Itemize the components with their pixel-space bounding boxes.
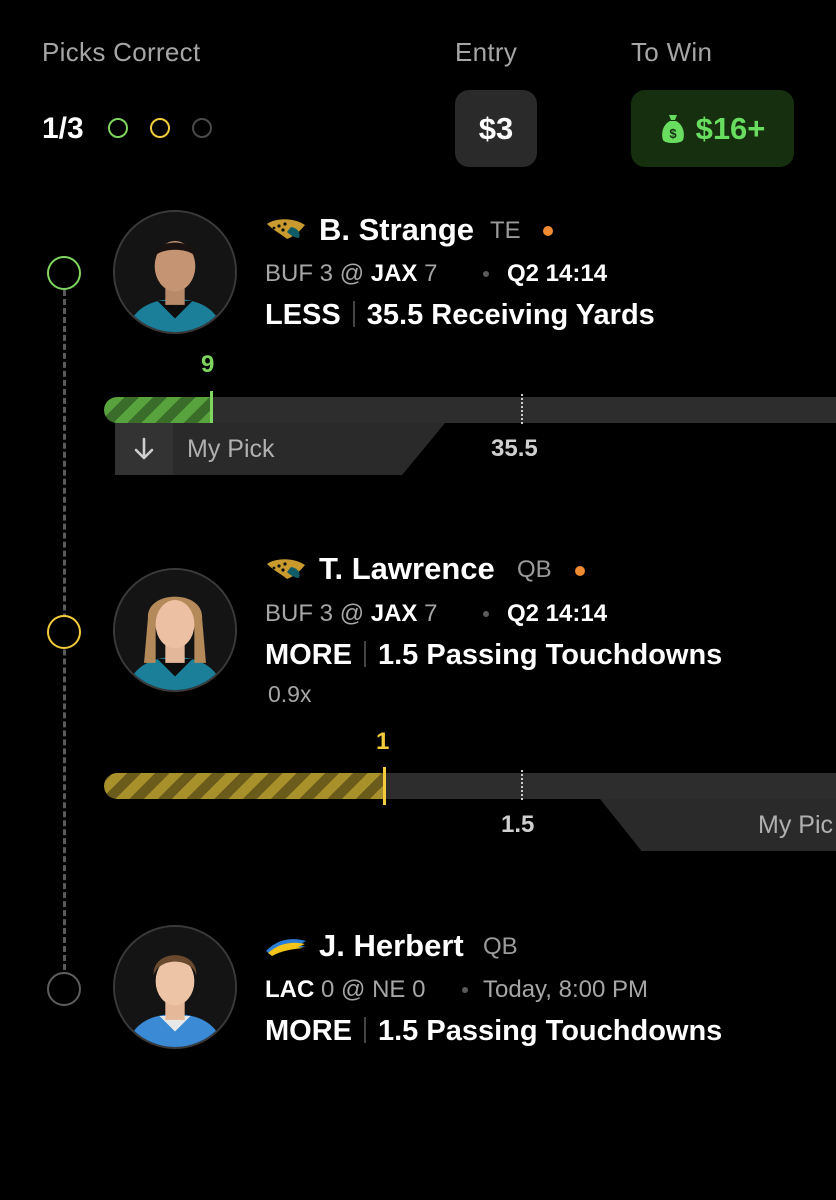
to-win-label: To Win	[631, 37, 713, 67]
home-score: 0	[412, 976, 426, 1003]
away-score: 3	[319, 260, 334, 287]
pick-direction: MORE	[265, 639, 352, 671]
progress-fill	[104, 773, 384, 799]
away-score: 0	[321, 976, 335, 1003]
current-stat-value: 9	[201, 351, 215, 378]
home-score: 7	[424, 600, 438, 627]
my-pick-tag: My Pic	[600, 799, 836, 851]
away-score: 3	[319, 600, 334, 627]
entry-amount-chip: $3	[455, 90, 537, 167]
money-bag-icon: $	[661, 114, 684, 143]
player-avatar-lawrence[interactable]	[113, 568, 237, 692]
timeline-node-pending	[47, 615, 81, 649]
payout-multiplier: 0.9x	[268, 681, 312, 707]
current-stat-value: 1	[376, 728, 390, 755]
current-marker	[383, 767, 386, 805]
divider	[364, 1017, 366, 1043]
progress-track	[104, 773, 836, 799]
timeline-node-correct	[47, 256, 81, 290]
pick-direction: LESS	[265, 299, 341, 331]
divider	[364, 641, 366, 667]
progress-fill	[104, 397, 212, 423]
game-clock: Q2 14:14	[507, 260, 608, 287]
timeline-node-upcoming	[47, 972, 81, 1006]
game-time: Today, 8:00 PM	[483, 976, 648, 1003]
at-sign: @	[339, 600, 365, 627]
jaguar-icon	[267, 559, 305, 579]
home-team: JAX	[370, 260, 418, 287]
my-pick-label: My Pick	[187, 434, 275, 463]
pick-status-dot-pending	[150, 118, 170, 138]
home-team: JAX	[370, 600, 418, 627]
pick-status-dot-upcoming	[192, 118, 212, 138]
picks-correct-count: 1/3	[42, 112, 84, 145]
player-avatar-herbert[interactable]	[113, 925, 237, 1049]
line-value: 1.5	[501, 811, 535, 838]
separator-dot	[462, 987, 468, 993]
prop-line: LESS 35.5 Receiving Yards	[265, 299, 655, 332]
player-avatar-strange[interactable]	[113, 210, 237, 334]
home-team: NE	[372, 976, 406, 1003]
player-name-lawrence[interactable]: T. Lawrence	[319, 551, 495, 587]
jaguar-icon	[267, 219, 305, 239]
line-value: 35.5	[491, 435, 538, 462]
lightning-bolt-icon	[266, 939, 306, 956]
away-team: LAC	[265, 976, 315, 1003]
to-win-amount: $16+	[695, 110, 766, 146]
line-marker	[521, 770, 523, 800]
player-headshot	[115, 927, 235, 1047]
player-name-strange[interactable]: B. Strange	[319, 212, 474, 248]
entry-amount: $3	[478, 110, 514, 146]
away-team: BUF	[265, 600, 313, 627]
live-indicator	[543, 226, 553, 236]
arrow-down-icon	[115, 423, 173, 475]
pick-status-dot-correct	[108, 118, 128, 138]
separator-dot	[483, 611, 489, 617]
player-headshot	[115, 570, 235, 690]
divider	[352, 301, 355, 327]
line-marker	[521, 394, 523, 424]
home-score: 7	[424, 260, 438, 287]
live-indicator	[575, 566, 585, 576]
game-score-line: LAC 0 @ NE 0	[265, 976, 425, 1004]
player-headshot	[115, 212, 235, 332]
player-name-herbert[interactable]: J. Herbert	[319, 928, 464, 964]
picks-correct-label: Picks Correct	[42, 37, 201, 67]
entry-detail-screen: Picks Correct Entry To Win 1/3 $3 $ $16+	[0, 0, 836, 1200]
my-pick-tag: My Pick	[115, 423, 445, 475]
prop-line: MORE 1.5 Passing Touchdowns	[265, 1015, 722, 1048]
at-sign: @	[341, 976, 366, 1003]
prop-description: 1.5 Passing Touchdowns	[378, 1015, 723, 1047]
away-team: BUF	[265, 260, 313, 287]
at-sign: @	[339, 260, 365, 287]
separator-dot	[483, 271, 489, 277]
progress-track	[104, 397, 836, 423]
player-position: QB	[483, 933, 518, 960]
player-position: QB	[517, 556, 552, 583]
game-clock: Q2 14:14	[507, 600, 608, 627]
game-score-line: BUF 3 @ JAX 7	[265, 600, 437, 628]
my-pick-label: My Pic	[758, 810, 833, 839]
player-position: TE	[490, 217, 521, 244]
prop-description: 1.5 Passing Touchdowns	[378, 639, 723, 671]
to-win-chip: $ $16+	[631, 90, 794, 167]
pick-direction: MORE	[265, 1015, 352, 1047]
game-score-line: BUF 3 @ JAX 7	[265, 260, 437, 288]
entry-label: Entry	[455, 37, 518, 67]
prop-description: 35.5 Receiving Yards	[366, 299, 655, 331]
prop-line: MORE 1.5 Passing Touchdowns	[265, 639, 722, 672]
svg-text:$: $	[669, 126, 677, 141]
